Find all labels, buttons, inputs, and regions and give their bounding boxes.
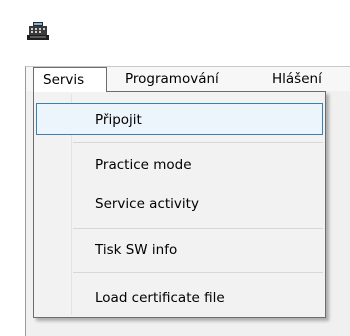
title-bar: [0, 0, 350, 66]
menu-separator: [73, 272, 323, 273]
menu-item-practice-mode-label: Practice mode: [95, 157, 192, 173]
menu-item-tisk-sw-info-label: Tisk SW info: [95, 242, 178, 258]
menu-hlaseni[interactable]: Hlášení: [272, 67, 322, 91]
menu-item-pripojit-label: Připojit: [95, 112, 142, 128]
menu-item-service-activity-label: Service activity: [95, 196, 199, 212]
menu-programovani-label: Programování: [125, 71, 219, 87]
menu-bar: Servis Programování Hlášení: [26, 67, 350, 92]
menu-servis-label: Servis: [43, 72, 85, 88]
menu-item-load-certificate-file[interactable]: Load certificate file: [36, 282, 323, 314]
menu-hlaseni-label: Hlášení: [272, 71, 322, 87]
cash-register-icon[interactable]: [27, 22, 49, 40]
menu-item-load-certificate-file-label: Load certificate file: [95, 290, 225, 306]
menu-separator: [73, 142, 323, 143]
menu-item-pripojit[interactable]: Připojit: [36, 103, 323, 135]
app-window: Servis Programování Hlášení Připojit Pra…: [0, 0, 350, 336]
servis-dropdown-menu: Připojit Practice mode Service activity …: [33, 91, 326, 318]
menu-item-practice-mode[interactable]: Practice mode: [36, 149, 323, 181]
menu-item-tisk-sw-info[interactable]: Tisk SW info: [36, 234, 323, 266]
menu-separator: [73, 228, 323, 229]
menu-item-service-activity[interactable]: Service activity: [36, 188, 323, 220]
menu-programovani[interactable]: Programování: [125, 67, 219, 91]
menu-servis[interactable]: Servis: [33, 67, 107, 92]
